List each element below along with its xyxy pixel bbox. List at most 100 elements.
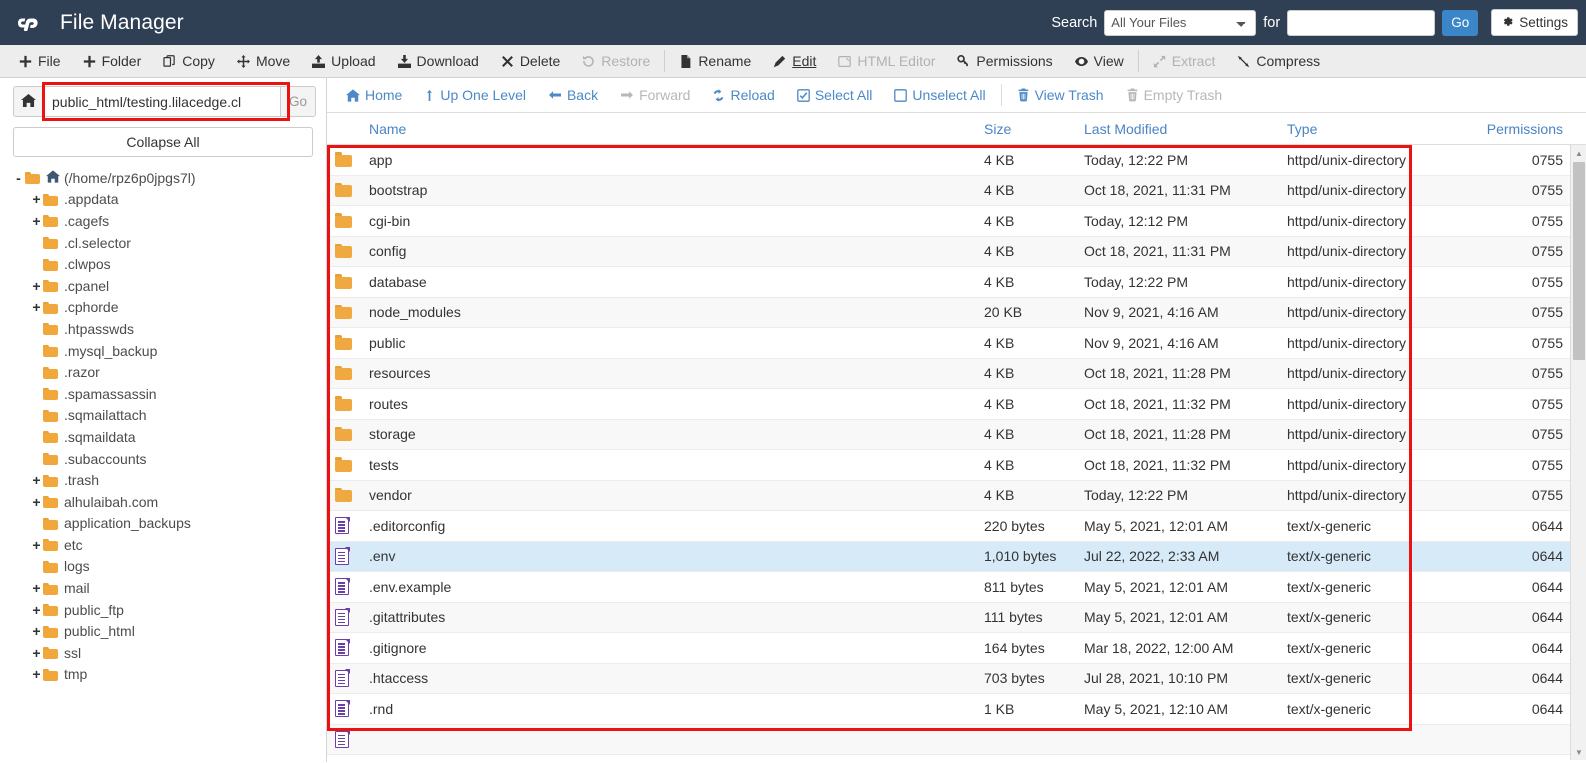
- table-row[interactable]: [327, 724, 1586, 755]
- search-scope-select[interactable]: All Your Files: [1104, 9, 1257, 36]
- tree-expand-icon[interactable]: +: [30, 192, 43, 206]
- download-icon: [397, 54, 411, 68]
- toolbar-item-file[interactable]: File: [8, 45, 72, 78]
- tree-expand-icon[interactable]: +: [30, 473, 43, 487]
- tree-item[interactable]: .clwpos: [0, 253, 326, 275]
- tree-item[interactable]: logs: [0, 556, 326, 578]
- column-header-size[interactable]: Size: [984, 121, 1084, 137]
- tree-expand-icon[interactable]: +: [30, 603, 43, 617]
- nav-item-select-all[interactable]: Select All: [786, 78, 884, 113]
- table-row[interactable]: routes 4 KB Oct 18, 2021, 11:32 PM httpd/un…: [327, 389, 1586, 420]
- scroll-down-arrow[interactable]: ▼: [1571, 744, 1586, 760]
- nav-item-reload[interactable]: Reload: [701, 78, 785, 113]
- tree-expand-icon[interactable]: +: [30, 667, 43, 681]
- tree-item[interactable]: + public_ftp: [0, 599, 326, 621]
- tree-expand-icon[interactable]: +: [30, 300, 43, 314]
- tree-item[interactable]: + .trash: [0, 469, 326, 491]
- tree-expand-icon[interactable]: +: [30, 538, 43, 552]
- tree-expand-icon[interactable]: +: [30, 279, 43, 293]
- search-go-button[interactable]: Go: [1442, 9, 1479, 36]
- toolbar-item-upload[interactable]: Upload: [301, 45, 386, 78]
- tree-expand-icon[interactable]: +: [30, 624, 43, 638]
- table-row[interactable]: bootstrap 4 KB Oct 18, 2021, 11:31 PM httpd…: [327, 175, 1586, 206]
- toolbar-item-label: Download: [416, 53, 479, 69]
- table-row[interactable]: .gitignore 164 bytes Mar 18, 2022, 12:00 A…: [327, 633, 1586, 664]
- path-input[interactable]: [43, 86, 281, 117]
- tree-item[interactable]: + ssl: [0, 642, 326, 664]
- toolbar-item-view[interactable]: View: [1064, 45, 1135, 78]
- tree-item[interactable]: + .cpanel: [0, 275, 326, 297]
- tree-collapse-icon[interactable]: -: [12, 171, 25, 185]
- tree-expand-icon[interactable]: +: [30, 495, 43, 509]
- tree-item[interactable]: .sqmaildata: [0, 426, 326, 448]
- settings-button[interactable]: Settings: [1491, 9, 1578, 36]
- table-row[interactable]: cgi-bin 4 KB Today, 12:12 PM httpd/unix-dir…: [327, 206, 1586, 237]
- table-row[interactable]: config 4 KB Oct 18, 2021, 11:31 PM httpd/un…: [327, 236, 1586, 267]
- toolbar-item-rename[interactable]: Rename: [668, 45, 762, 78]
- tree-item[interactable]: .htpasswds: [0, 318, 326, 340]
- tree-item[interactable]: application_backups: [0, 513, 326, 535]
- toolbar-item-delete[interactable]: Delete: [490, 45, 571, 78]
- tree-expand-icon[interactable]: +: [30, 581, 43, 595]
- tree-item[interactable]: + etc: [0, 534, 326, 556]
- table-header: Name Size Last Modified Type Permissions: [327, 113, 1586, 145]
- toolbar-item-copy[interactable]: Copy: [152, 45, 226, 78]
- table-row[interactable]: database 4 KB Today, 12:22 PM httpd/unix-di…: [327, 267, 1586, 298]
- tree-item[interactable]: + mail: [0, 577, 326, 599]
- toolbar-item-label: Upload: [331, 53, 376, 69]
- column-header-permissions[interactable]: Permissions: [1467, 121, 1570, 137]
- scroll-up-arrow[interactable]: ▲: [1571, 145, 1586, 161]
- tree-item[interactable]: .cl.selector: [0, 232, 326, 254]
- toolbar-item-permissions[interactable]: Permissions: [946, 45, 1063, 78]
- tree-item[interactable]: + .appdata: [0, 189, 326, 211]
- table-row[interactable]: .editorconfig 220 bytes May 5, 2021, 12:01…: [327, 511, 1586, 542]
- collapse-all-button[interactable]: Collapse All: [13, 127, 313, 157]
- toolbar-item-folder[interactable]: Folder: [72, 45, 153, 78]
- nav-item-back[interactable]: Back: [537, 78, 609, 113]
- cell-type: httpd/unix-directory: [1287, 273, 1407, 290]
- tree-item-label: .sqmailattach: [64, 407, 147, 424]
- toolbar-item-move[interactable]: Move: [226, 45, 301, 78]
- tree-item[interactable]: - (/home/rpz6p0jpgs7l): [0, 167, 326, 189]
- table-row[interactable]: tests 4 KB Oct 18, 2021, 11:32 PM httpd/uni…: [327, 450, 1586, 481]
- file-name-label: .env.example: [369, 578, 452, 595]
- tree-item[interactable]: + alhulaibah.com: [0, 491, 326, 513]
- toolbar-item-compress[interactable]: Compress: [1226, 45, 1331, 78]
- tree-item[interactable]: .subaccounts: [0, 448, 326, 470]
- toolbar-item-download[interactable]: Download: [387, 45, 490, 78]
- toolbar-item-edit[interactable]: Edit: [762, 45, 827, 78]
- table-row[interactable]: .env 1,010 bytes Jul 22, 2022, 2:33 AM text…: [327, 541, 1586, 572]
- tree-item[interactable]: .spamassassin: [0, 383, 326, 405]
- table-row[interactable]: resources 4 KB Oct 18, 2021, 11:28 PM httpd…: [327, 358, 1586, 389]
- nav-item-unselect-all[interactable]: Unselect All: [883, 78, 996, 113]
- column-header-lastmodified[interactable]: Last Modified: [1084, 121, 1287, 137]
- table-row[interactable]: node_modules 20 KB Nov 9, 2021, 4:16 AM htt…: [327, 297, 1586, 328]
- tree-item[interactable]: + tmp: [0, 664, 326, 686]
- tree-item[interactable]: + .cagefs: [0, 210, 326, 232]
- table-row[interactable]: .htaccess 703 bytes Jul 28, 2021, 10:10 PM…: [327, 663, 1586, 694]
- tree-expand-icon[interactable]: +: [30, 646, 43, 660]
- tree-expand-icon[interactable]: +: [30, 214, 43, 228]
- path-go-button[interactable]: Go: [280, 86, 316, 117]
- tree-item[interactable]: + public_html: [0, 620, 326, 642]
- nav-item-up-one-level[interactable]: Up One Level: [413, 78, 537, 113]
- table-row[interactable]: public 4 KB Nov 9, 2021, 4:16 AM httpd/unix…: [327, 328, 1586, 359]
- search-input[interactable]: [1287, 9, 1436, 36]
- tree-item[interactable]: .razor: [0, 361, 326, 383]
- tree-item[interactable]: .mysql_backup: [0, 340, 326, 362]
- table-row[interactable]: storage 4 KB Oct 18, 2021, 11:28 PM httpd/u…: [327, 419, 1586, 450]
- nav-item-view-trash[interactable]: View Trash: [1006, 78, 1115, 113]
- table-row[interactable]: .gitattributes 111 bytes May 5, 2021, 12:0…: [327, 602, 1586, 633]
- tree-item[interactable]: + .cphorde: [0, 297, 326, 319]
- path-home-button[interactable]: [13, 86, 43, 117]
- table-row[interactable]: .rnd 1 KB May 5, 2021, 12:10 AM text/x-gene…: [327, 694, 1586, 725]
- tree-item[interactable]: .sqmailattach: [0, 405, 326, 427]
- table-row[interactable]: app 4 KB Today, 12:22 PM httpd/unix-directo…: [327, 145, 1586, 176]
- nav-item-home[interactable]: Home: [335, 78, 413, 113]
- scrollbar-thumb[interactable]: [1573, 162, 1585, 360]
- table-row[interactable]: .env.example 811 bytes May 5, 2021, 12:01 …: [327, 572, 1586, 603]
- column-header-type[interactable]: Type: [1287, 121, 1467, 137]
- table-row[interactable]: vendor 4 KB Today, 12:22 PM httpd/unix-dire…: [327, 480, 1586, 511]
- column-header-name[interactable]: Name: [327, 121, 984, 137]
- vertical-scrollbar[interactable]: ▲ ▼: [1570, 145, 1586, 760]
